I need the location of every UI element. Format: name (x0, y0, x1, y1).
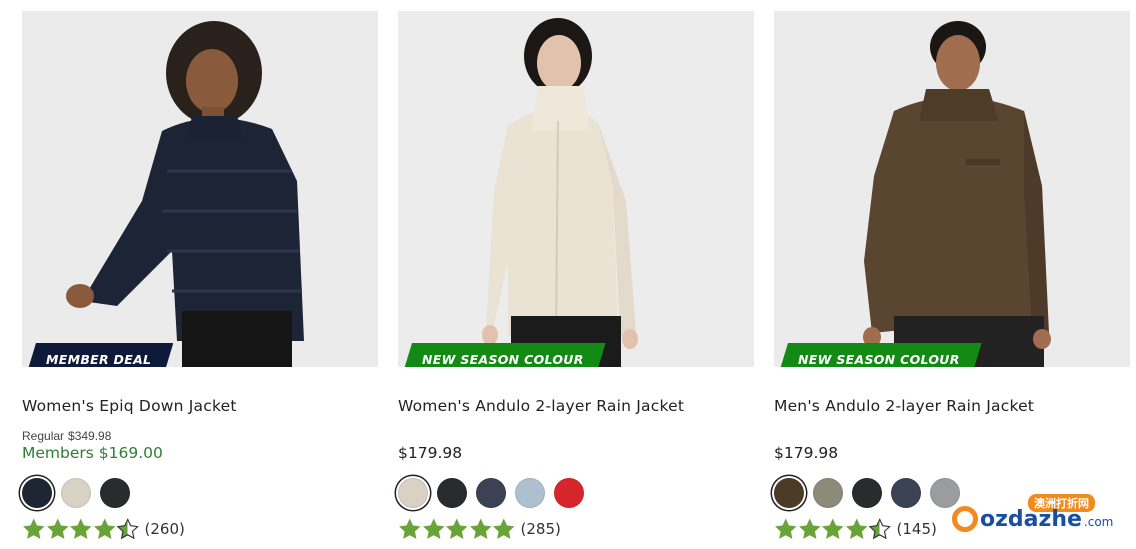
color-swatches (22, 478, 130, 508)
regular-price: Regular $349.98 (22, 429, 111, 443)
color-swatch[interactable] (852, 478, 882, 508)
member-deal-badge: MEMBER DEAL (26, 343, 173, 367)
star-icon (798, 518, 820, 539)
star-icon (46, 518, 68, 539)
color-swatch[interactable] (774, 478, 804, 508)
star-icon (822, 518, 844, 539)
star-icon (446, 518, 468, 539)
members-price: Members $169.00 (22, 444, 163, 462)
product-price: $179.98 (398, 444, 463, 462)
color-swatch[interactable] (100, 478, 130, 508)
star-icon (868, 518, 891, 540)
product-price: $179.98 (774, 444, 839, 462)
color-swatch[interactable] (61, 478, 91, 508)
color-swatch[interactable] (437, 478, 467, 508)
star-icon (93, 518, 115, 539)
color-swatch[interactable] (476, 478, 506, 508)
star-icon (775, 518, 797, 539)
star-icon (845, 518, 867, 539)
watermark-suffix: .com (1083, 515, 1114, 529)
star-icon (399, 518, 421, 539)
product-title[interactable]: Men's Andulo 2-layer Rain Jacket (774, 397, 1034, 415)
new-season-badge: NEW SEASON COLOUR (778, 343, 982, 367)
watermark-brand: ozdazhe (980, 506, 1082, 532)
color-swatches (774, 478, 960, 508)
review-count: (145) (896, 520, 937, 538)
color-swatch[interactable] (813, 478, 843, 508)
stars (774, 518, 892, 540)
product-card[interactable]: MEMBER DEAL Women's Epiq Down Jacket Reg… (22, 11, 378, 549)
star-rating[interactable]: (260) (22, 518, 185, 540)
stars (22, 518, 140, 540)
color-swatch[interactable] (891, 478, 921, 508)
star-icon (116, 518, 139, 540)
star-icon (469, 518, 491, 539)
color-swatch[interactable] (22, 478, 52, 508)
product-card[interactable]: NEW SEASON COLOUR Men's Andulo 2-layer R… (774, 11, 1130, 549)
regular-price-value: $349.98 (68, 429, 112, 443)
product-title[interactable]: Women's Andulo 2-layer Rain Jacket (398, 397, 684, 415)
color-swatch[interactable] (515, 478, 545, 508)
product-image[interactable]: NEW SEASON COLOUR (398, 11, 754, 367)
star-icon (70, 518, 92, 539)
color-swatches (398, 478, 584, 508)
product-image[interactable]: NEW SEASON COLOUR (774, 11, 1130, 367)
star-icon (422, 518, 444, 539)
product-card[interactable]: NEW SEASON COLOUR Women's Andulo 2-layer… (398, 11, 754, 549)
regular-price-label: Regular (22, 429, 65, 443)
review-count: (260) (144, 520, 185, 538)
watermark-ring-icon (952, 506, 978, 532)
review-count: (285) (520, 520, 561, 538)
product-title[interactable]: Women's Epiq Down Jacket (22, 397, 237, 415)
site-watermark: 澳洲打折网 ozdazhe .com (952, 494, 1118, 546)
stars (398, 518, 516, 540)
color-swatch[interactable] (554, 478, 584, 508)
new-season-badge: NEW SEASON COLOUR (402, 343, 606, 367)
color-swatch[interactable] (398, 478, 428, 508)
product-image[interactable]: MEMBER DEAL (22, 11, 378, 367)
star-rating[interactable]: (285) (398, 518, 561, 540)
star-icon (23, 518, 45, 539)
star-rating[interactable]: (145) (774, 518, 937, 540)
star-icon (493, 518, 515, 539)
